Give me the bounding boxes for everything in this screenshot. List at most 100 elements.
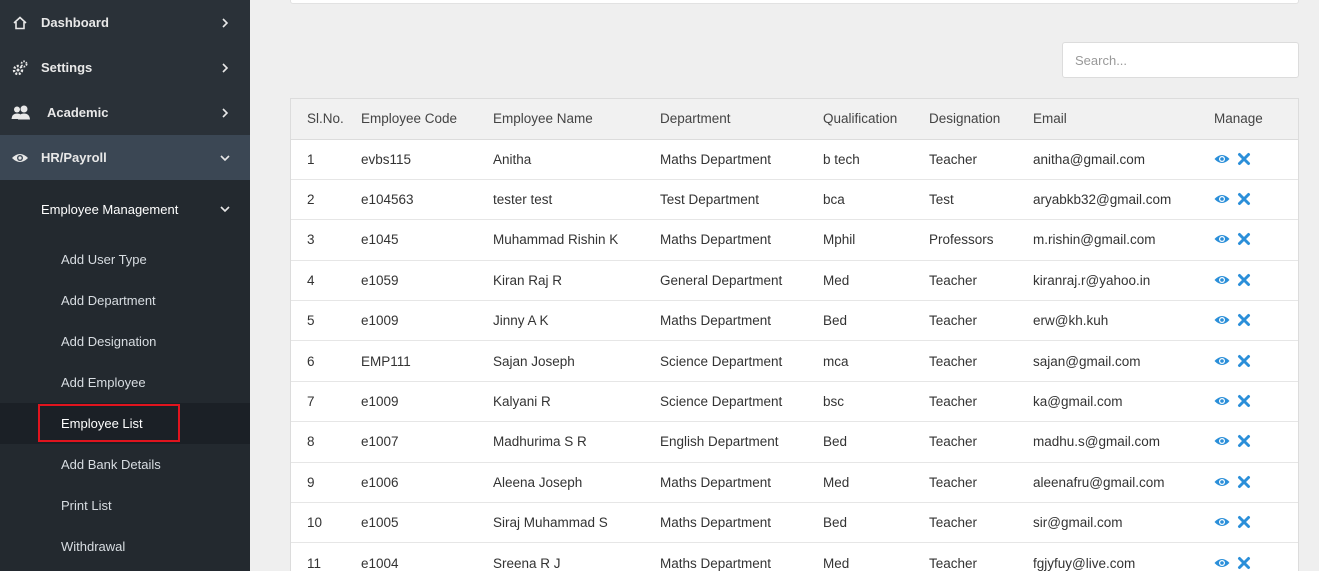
submenu-employee-management[interactable]: Employee Management bbox=[0, 180, 250, 238]
table-cell: Madhurima S R bbox=[493, 434, 587, 450]
table-cell: 2 bbox=[307, 192, 315, 208]
sidebar-item-label: Withdrawal bbox=[61, 539, 126, 554]
table-cell: Muhammad Rishin K bbox=[493, 232, 619, 248]
view-eye-icon[interactable] bbox=[1214, 555, 1230, 571]
employee-table: Sl.No. Employee Code Employee Name Depar… bbox=[291, 99, 1298, 571]
table-cell: e1007 bbox=[361, 434, 399, 450]
gears-icon bbox=[10, 58, 30, 78]
table-cell: ka@gmail.com bbox=[1033, 394, 1123, 410]
sidebar: Dashboard Settings Academic HR/Payroll E bbox=[0, 0, 250, 571]
table-cell: Med bbox=[823, 555, 850, 571]
table-cell: Science Department bbox=[660, 353, 783, 369]
view-eye-icon[interactable] bbox=[1214, 433, 1230, 449]
view-eye-icon[interactable] bbox=[1214, 514, 1230, 530]
delete-close-icon[interactable] bbox=[1236, 474, 1252, 490]
table-cell: Maths Department bbox=[660, 474, 772, 490]
table-row: 7 e1009 Kalyani R Science Department bsc Teac… bbox=[291, 381, 1298, 422]
table-cell: evbs115 bbox=[361, 151, 412, 167]
manage-cell bbox=[1198, 422, 1298, 462]
table-cell: 3 bbox=[307, 232, 315, 248]
table-cell: General Department bbox=[660, 272, 783, 288]
view-eye-icon[interactable] bbox=[1214, 272, 1230, 288]
table-cell: Kiran Raj R bbox=[493, 272, 563, 288]
column-header[interactable]: Employee Code bbox=[345, 99, 477, 140]
column-header[interactable]: Employee Name bbox=[477, 99, 644, 140]
nav-settings[interactable]: Settings bbox=[0, 45, 250, 90]
nav-label: Academic bbox=[47, 105, 109, 120]
view-eye-icon[interactable] bbox=[1214, 231, 1230, 247]
employee-table-container: Sl.No. Employee Code Employee Name Depar… bbox=[290, 98, 1299, 571]
table-cell: mca bbox=[823, 353, 849, 369]
table-cell: Maths Department bbox=[660, 313, 772, 329]
sidebar-item-label: Add Bank Details bbox=[61, 457, 161, 472]
manage-cell bbox=[1198, 301, 1298, 341]
table-cell: bsc bbox=[823, 394, 845, 410]
table-cell: Teacher bbox=[929, 151, 978, 167]
column-header[interactable]: Qualification bbox=[807, 99, 913, 140]
table-cell: Anitha bbox=[493, 151, 532, 167]
nav-hr-payroll[interactable]: HR/Payroll bbox=[0, 135, 250, 180]
delete-close-icon[interactable] bbox=[1236, 433, 1252, 449]
view-eye-icon[interactable] bbox=[1214, 474, 1230, 490]
table-cell: Teacher bbox=[929, 394, 978, 410]
highlight-box bbox=[38, 404, 180, 442]
nav-label: HR/Payroll bbox=[41, 150, 107, 165]
table-cell: Teacher bbox=[929, 515, 978, 531]
table-cell: m.rishin@gmail.com bbox=[1033, 232, 1156, 248]
delete-close-icon[interactable] bbox=[1236, 353, 1252, 369]
table-cell: Teacher bbox=[929, 272, 978, 288]
table-cell: Kalyani R bbox=[493, 394, 551, 410]
table-cell: Maths Department bbox=[660, 151, 772, 167]
delete-close-icon[interactable] bbox=[1236, 151, 1252, 167]
delete-close-icon[interactable] bbox=[1236, 312, 1252, 328]
sidebar-item-add-user-type[interactable]: Add User Type bbox=[0, 239, 250, 280]
search-input[interactable] bbox=[1062, 42, 1299, 78]
column-header[interactable]: Department bbox=[644, 99, 807, 140]
sidebar-item-add-designation[interactable]: Add Designation bbox=[0, 321, 250, 362]
view-eye-icon[interactable] bbox=[1214, 191, 1230, 207]
delete-close-icon[interactable] bbox=[1236, 555, 1252, 571]
delete-close-icon[interactable] bbox=[1236, 272, 1252, 288]
nav-academic[interactable]: Academic bbox=[0, 90, 250, 135]
view-eye-icon[interactable] bbox=[1214, 393, 1230, 409]
table-cell: 5 bbox=[307, 313, 315, 329]
manage-cell bbox=[1198, 462, 1298, 502]
table-cell: Maths Department bbox=[660, 555, 772, 571]
nav-label: Settings bbox=[41, 60, 93, 75]
sidebar-item-label: Add User Type bbox=[61, 252, 147, 267]
table-header-row: Sl.No. Employee Code Employee Name Depar… bbox=[291, 99, 1298, 140]
table-cell: erw@kh.kuh bbox=[1033, 313, 1109, 329]
delete-close-icon[interactable] bbox=[1236, 393, 1252, 409]
chevron-down-icon bbox=[220, 204, 230, 214]
delete-close-icon[interactable] bbox=[1236, 231, 1252, 247]
manage-cell bbox=[1198, 179, 1298, 219]
column-header[interactable]: Email bbox=[1017, 99, 1198, 140]
table-row: 8 e1007 Madhurima S R English Department Bed… bbox=[291, 422, 1298, 463]
sidebar-item-print-list[interactable]: Print List bbox=[0, 485, 250, 526]
table-cell: Teacher bbox=[929, 474, 978, 490]
sidebar-item-withdrawal[interactable]: Withdrawal bbox=[0, 526, 250, 567]
table-cell: 11 bbox=[307, 555, 322, 571]
table-cell: EMP111 bbox=[361, 353, 411, 369]
table-cell: madhu.s@gmail.com bbox=[1033, 434, 1160, 450]
nav-dashboard[interactable]: Dashboard bbox=[0, 0, 250, 45]
table-cell: 6 bbox=[307, 353, 315, 369]
table-cell: e104563 bbox=[361, 192, 414, 208]
table-cell: e1009 bbox=[361, 313, 399, 329]
sidebar-item-label: Print List bbox=[61, 498, 112, 513]
manage-cell bbox=[1198, 341, 1298, 381]
view-eye-icon[interactable] bbox=[1214, 312, 1230, 328]
sidebar-item-add-employee[interactable]: Add Employee bbox=[0, 362, 250, 403]
column-header[interactable]: Sl.No. bbox=[291, 99, 345, 140]
table-cell: 7 bbox=[307, 394, 315, 410]
view-eye-icon[interactable] bbox=[1214, 151, 1230, 167]
sidebar-item-add-bank-details[interactable]: Add Bank Details bbox=[0, 444, 250, 485]
table-cell: Mphil bbox=[823, 232, 856, 248]
column-header[interactable]: Designation bbox=[913, 99, 1017, 140]
delete-close-icon[interactable] bbox=[1236, 514, 1252, 530]
view-eye-icon[interactable] bbox=[1214, 353, 1230, 369]
delete-close-icon[interactable] bbox=[1236, 191, 1252, 207]
table-cell: b tech bbox=[823, 151, 860, 167]
sidebar-item-add-department[interactable]: Add Department bbox=[0, 280, 250, 321]
table-cell: Maths Department bbox=[660, 515, 772, 531]
